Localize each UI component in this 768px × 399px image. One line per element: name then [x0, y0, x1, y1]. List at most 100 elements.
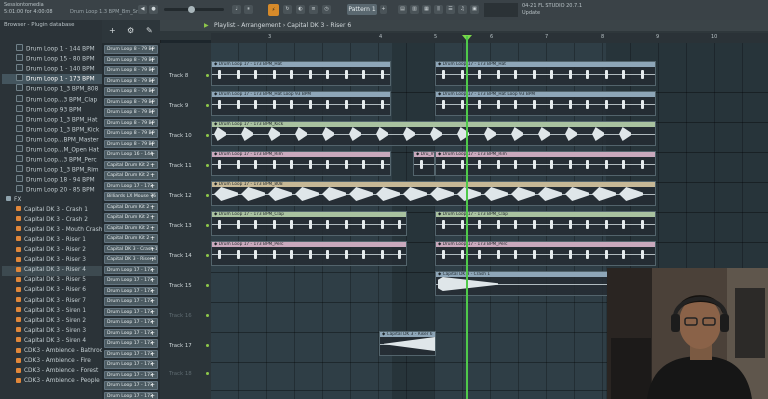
audio-clip[interactable]: ◆ Capital DK 3 - Riser 6	[379, 331, 436, 356]
track-label[interactable]: Track 18	[169, 371, 192, 377]
browser-folder[interactable]: FX	[2, 196, 100, 206]
channel-button[interactable]: Drum Loop 17 - 173 +	[104, 265, 158, 275]
channel-add-icon[interactable]: +	[150, 288, 155, 295]
channel-button[interactable]: Drum Loop 8 - 79 BP +	[104, 129, 158, 138]
browser-item[interactable]: Capital DK 3 - Siren 4	[2, 337, 102, 347]
channel-add-icon[interactable]: +	[150, 351, 155, 358]
channel-add-icon[interactable]: +	[150, 109, 155, 116]
track-label[interactable]: Track 17	[169, 343, 192, 349]
track-label[interactable]: Track 13	[169, 223, 192, 229]
channel-add-icon[interactable]: +	[150, 57, 155, 64]
news-line-2[interactable]: Update	[522, 10, 540, 16]
record-icon[interactable]: ●	[149, 5, 158, 14]
channel-add-icon[interactable]: +	[150, 162, 155, 169]
channel-button[interactable]: Drum Loop 17 - 173 +	[104, 370, 158, 380]
audio-clip[interactable]: ◆ Dru_m	[413, 151, 435, 176]
channel-button[interactable]: Capital Drum Kit 2 +	[104, 234, 158, 243]
audio-clip[interactable]: ◆ Drum Loop 17 - 173 BPM_808	[211, 181, 656, 206]
channel-add-icon[interactable]: +	[150, 99, 155, 106]
channel-add-icon[interactable]: +	[150, 256, 155, 263]
track-mute-led[interactable]	[206, 284, 209, 287]
track-mute-led[interactable]	[206, 254, 209, 257]
audio-clip[interactable]: ◆ Drum Loop 17 - 173 BPM_Hat Loop 93 BPM	[435, 91, 656, 116]
channel-button[interactable]: Capital Drum Kit 2 +	[104, 160, 158, 170]
channel-button[interactable]: Drum Loop 8 - 79 BP +	[104, 55, 158, 65]
channel-add-icon[interactable]: +	[150, 319, 155, 326]
channel-add-icon[interactable]: +	[150, 340, 155, 347]
clock-icon[interactable]: ◷	[322, 5, 331, 14]
audio-clip[interactable]: ◆ Drum Loop 17 - 173 BPM_Rim	[435, 151, 656, 176]
channel-add-icon[interactable]: +	[150, 382, 155, 389]
track-label[interactable]: Track 15	[169, 283, 192, 289]
browser-item[interactable]: CDK3 - Ambience - People	[2, 377, 102, 387]
browser-item[interactable]: Drum Loop 20 - 85 BPM	[2, 185, 102, 195]
browser-item[interactable]: Capital DK 3 - Riser 5	[2, 276, 102, 286]
channel-button[interactable]: Drum Loop 17 - 173 +	[104, 381, 158, 390]
channel-add-icon[interactable]: +	[150, 151, 155, 158]
channel-add-icon[interactable]: +	[150, 330, 155, 337]
channel-button[interactable]: Capital Drum Kit 2 +	[104, 223, 158, 233]
plugin-icon[interactable]: ♫	[458, 5, 467, 14]
track-mute-led[interactable]	[206, 314, 209, 317]
browser-item[interactable]: Capital DK 3 - Riser 3	[2, 256, 102, 266]
channel-rack-icon[interactable]: ▦	[422, 5, 431, 14]
track-label[interactable]: Track 16	[169, 313, 192, 319]
channel-add-icon[interactable]: +	[150, 267, 155, 274]
channel-add-icon[interactable]: +	[150, 361, 155, 368]
channel-button[interactable]: Drum Loop 8 - 79 BP +	[104, 97, 158, 107]
channel-add-icon[interactable]: +	[150, 277, 155, 284]
loop-icon[interactable]: ↻	[283, 5, 292, 14]
track-mute-led[interactable]	[206, 372, 209, 375]
track-mute-led[interactable]	[206, 344, 209, 347]
browser-item[interactable]: Drum Loop 1_3 BPM_Rim	[2, 165, 102, 175]
track-label[interactable]: Track 12	[169, 193, 192, 199]
channel-add-icon[interactable]: +	[150, 214, 155, 221]
track-mute-led[interactable]	[206, 194, 209, 197]
channel-button[interactable]: Capital Drum Kit 2 +	[104, 171, 158, 180]
track-label[interactable]: Track 14	[169, 253, 192, 259]
channel-add-icon[interactable]: +	[150, 193, 155, 200]
browser-item[interactable]: Capital DK 3 - Siren 1	[2, 307, 102, 317]
channel-add-icon[interactable]: +	[150, 88, 155, 95]
channel-button[interactable]: Drum Loop 8 - 79 BP +	[104, 87, 158, 96]
channel-button[interactable]: Capital DK 3 - Crash 1 +	[104, 244, 158, 254]
playlist-icon[interactable]: ▤	[398, 5, 407, 14]
channel-button[interactable]: Drum Loop 17 - 173 +	[104, 181, 158, 191]
slider-knob[interactable]	[188, 6, 195, 13]
cpu-icon[interactable]: ▣	[470, 5, 479, 14]
channel-add-icon[interactable]: +	[150, 130, 155, 137]
browser-item[interactable]: Capital DK 3 - Siren 2	[2, 317, 102, 327]
pencil-icon[interactable]: ✎	[146, 26, 153, 35]
audio-clip[interactable]: ◆ Drum Loop 17 - 173 BPM_Perc	[435, 241, 656, 266]
track-mute-led[interactable]	[206, 224, 209, 227]
audio-clip[interactable]: ◆ Drum Loop 17 - 173 BPM_Clap	[211, 211, 407, 236]
channel-button[interactable]: Drum Loop 8 - 79 BP +	[104, 139, 158, 149]
channel-add-icon[interactable]: +	[150, 141, 155, 148]
channel-add-icon[interactable]: +	[150, 67, 155, 74]
channel-button[interactable]: Drum Loop 17 - 173 +	[104, 307, 158, 317]
browser-item[interactable]: Capital DK 3 - Riser 4	[2, 266, 102, 276]
audio-clip[interactable]: ◆ Drum Loop 17 - 173 BPM_Hat Loop 93 BPM	[211, 91, 391, 116]
channel-button[interactable]: Capital Drum Kit 2 +	[104, 213, 158, 222]
piano-roll-icon[interactable]: ▥	[410, 5, 419, 14]
channel-button[interactable]: Drum Loop 8 - 79 BP +	[104, 66, 158, 75]
browser-item[interactable]: Drum Loop...3 BPM_Perc	[2, 155, 102, 165]
channel-add-icon[interactable]: +	[150, 183, 155, 190]
back-icon[interactable]: ◀	[138, 5, 147, 14]
channel-button[interactable]: Drum Loop 8 - 79 BP +	[104, 108, 158, 117]
browser-item[interactable]: CDK3 - Ambience - Fire	[2, 357, 102, 367]
channel-button[interactable]: Drum Loop 17 - 173 +	[104, 318, 158, 327]
browser-item[interactable]: Drum Loop...BPM_Master	[2, 134, 102, 145]
channel-button[interactable]: Capital Drum Kit 2 +	[104, 202, 158, 212]
channel-button[interactable]: Billiards LX Mouse 75 +	[104, 192, 158, 201]
channel-button[interactable]: Drum Loop 8 - 79 BP +	[104, 76, 158, 86]
browser-item[interactable]: Capital DK 3 - Mouth Crash	[2, 226, 102, 236]
pattern-selector[interactable]: Pattern 1	[347, 4, 377, 15]
browser-item[interactable]: Drum Loop 1_3 BPM_808	[2, 84, 102, 94]
channel-add-icon[interactable]: +	[150, 235, 155, 242]
track-mute-led[interactable]	[206, 164, 209, 167]
audio-clip[interactable]: ◆ Drum Loop 17 - 173 BPM_Clap	[435, 211, 656, 236]
channel-add-icon[interactable]: +	[150, 225, 155, 232]
channel-add-icon[interactable]: +	[150, 246, 155, 253]
channel-button[interactable]: Drum Loop 8 - 79 BP +	[104, 45, 158, 54]
